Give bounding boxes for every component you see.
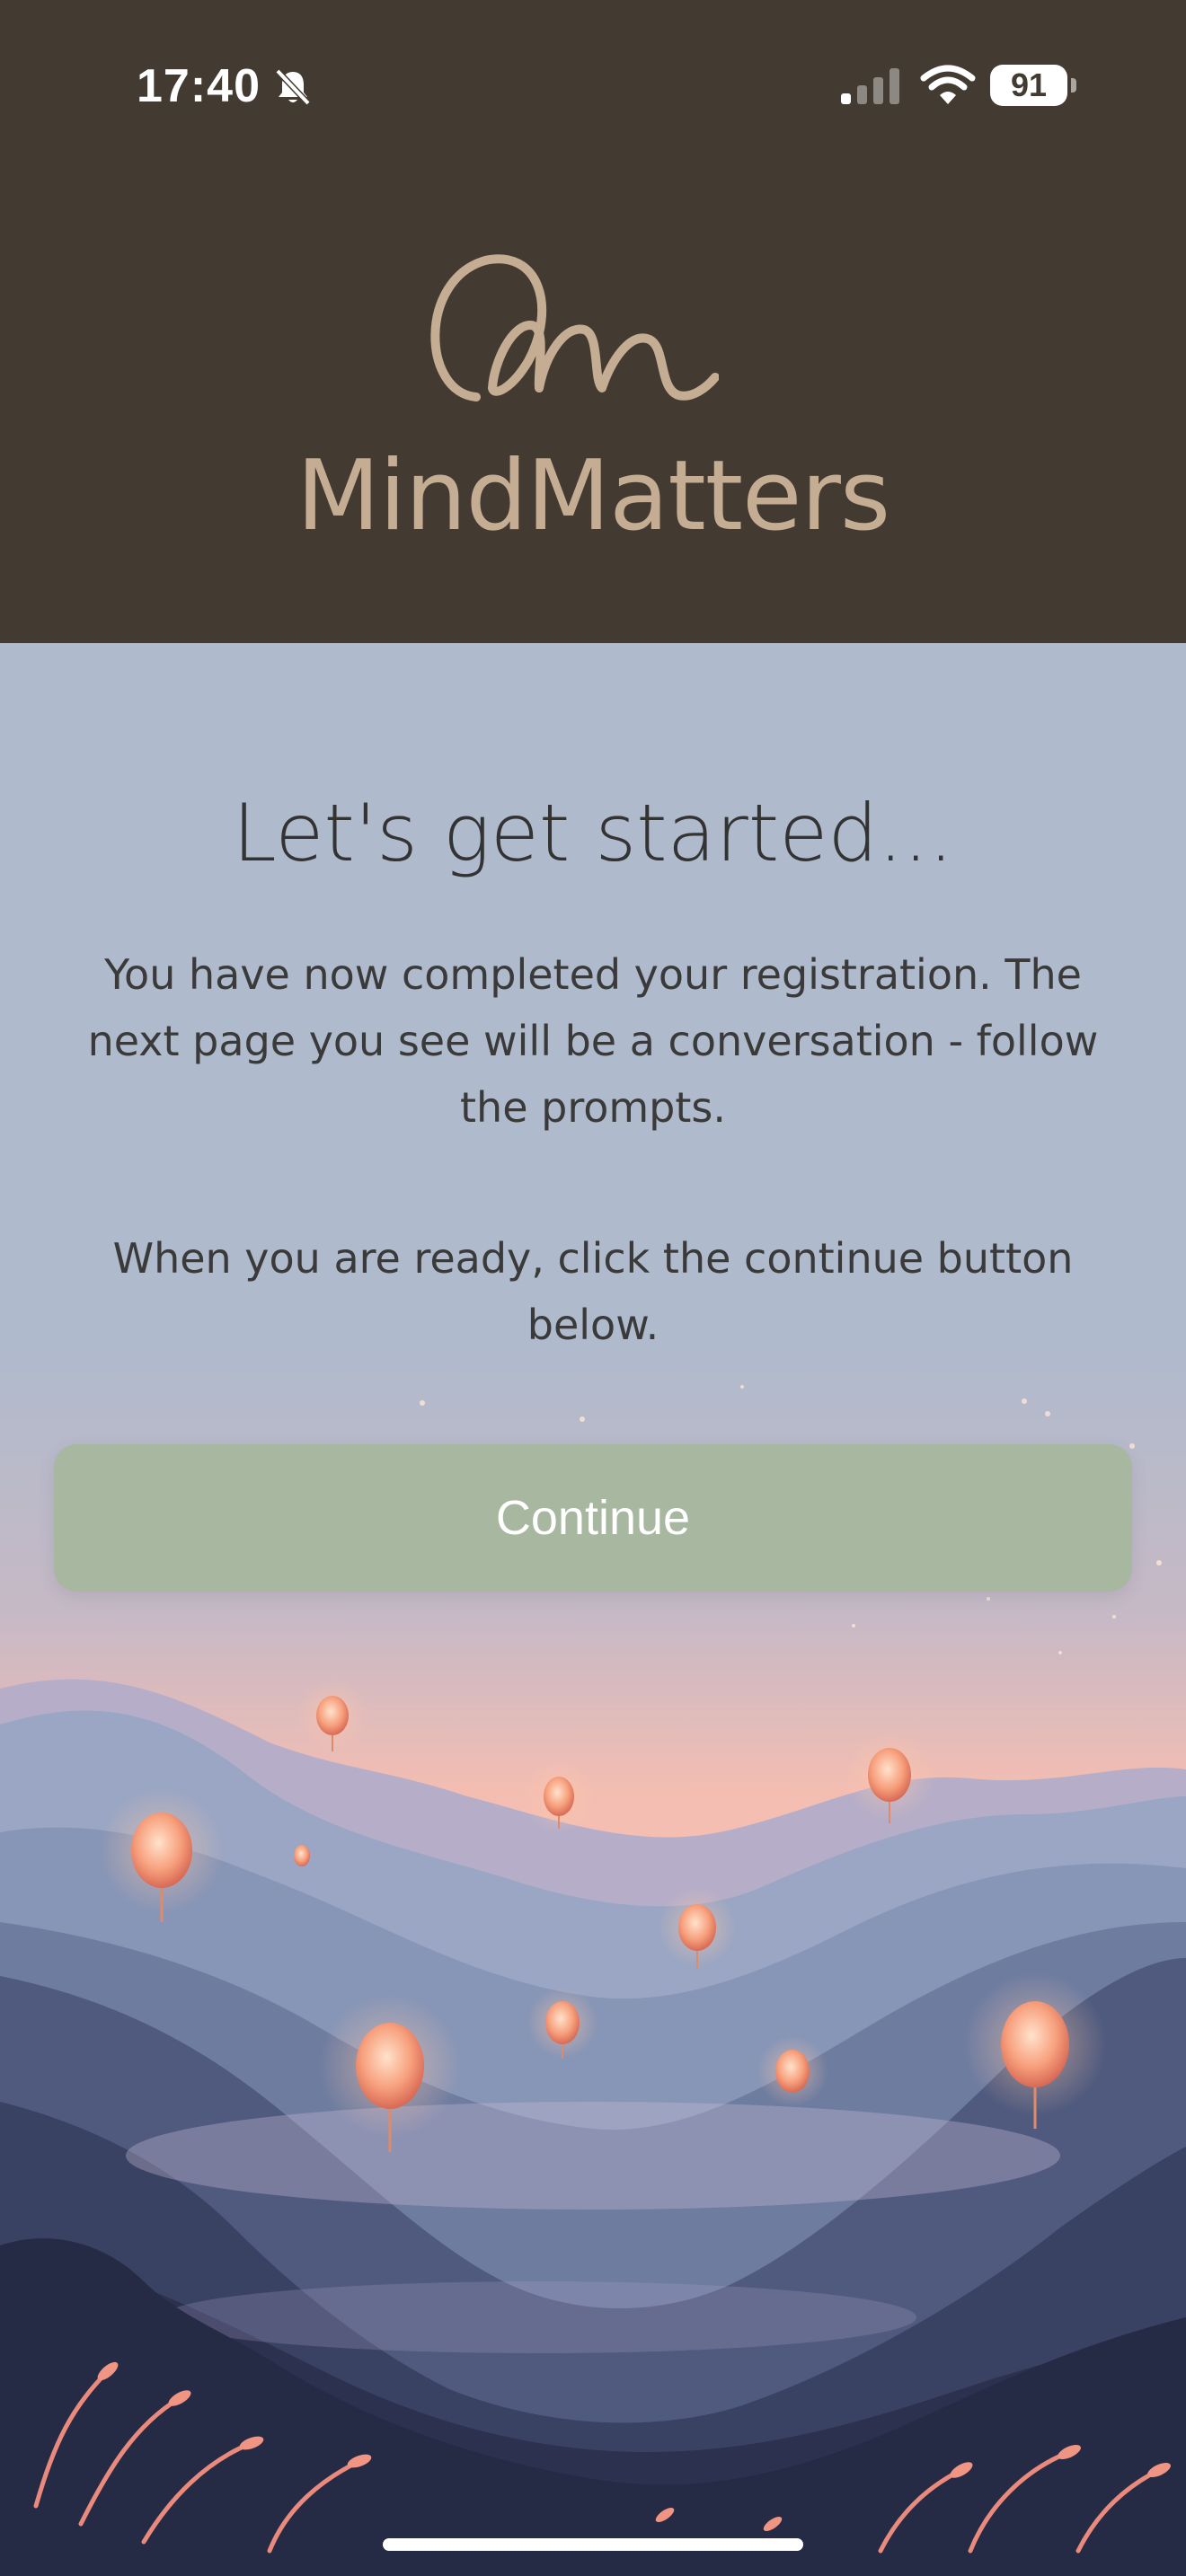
continue-instructions-text: When you are ready, click the continue b… bbox=[112, 1234, 1074, 1349]
continue-button[interactable]: Continue bbox=[54, 1444, 1132, 1592]
cellular-signal-icon bbox=[841, 68, 899, 104]
mm-script-logo-icon bbox=[430, 254, 719, 401]
brand-name: MindMatters bbox=[296, 440, 890, 552]
status-bar: 17:40 91 bbox=[0, 0, 1186, 171]
battery-icon: 91 bbox=[990, 65, 1076, 106]
home-indicator[interactable] bbox=[383, 2538, 803, 2551]
app-header: 17:40 91 MindMatters bbox=[0, 0, 1186, 643]
bell-slash-icon bbox=[275, 68, 311, 106]
wifi-icon bbox=[920, 65, 976, 104]
status-time: 17:40 bbox=[137, 60, 261, 112]
registration-complete-text: You have now completed your registration… bbox=[87, 950, 1099, 1132]
page-title: Let's get started... bbox=[232, 787, 954, 879]
battery-level: 91 bbox=[1010, 66, 1048, 103]
